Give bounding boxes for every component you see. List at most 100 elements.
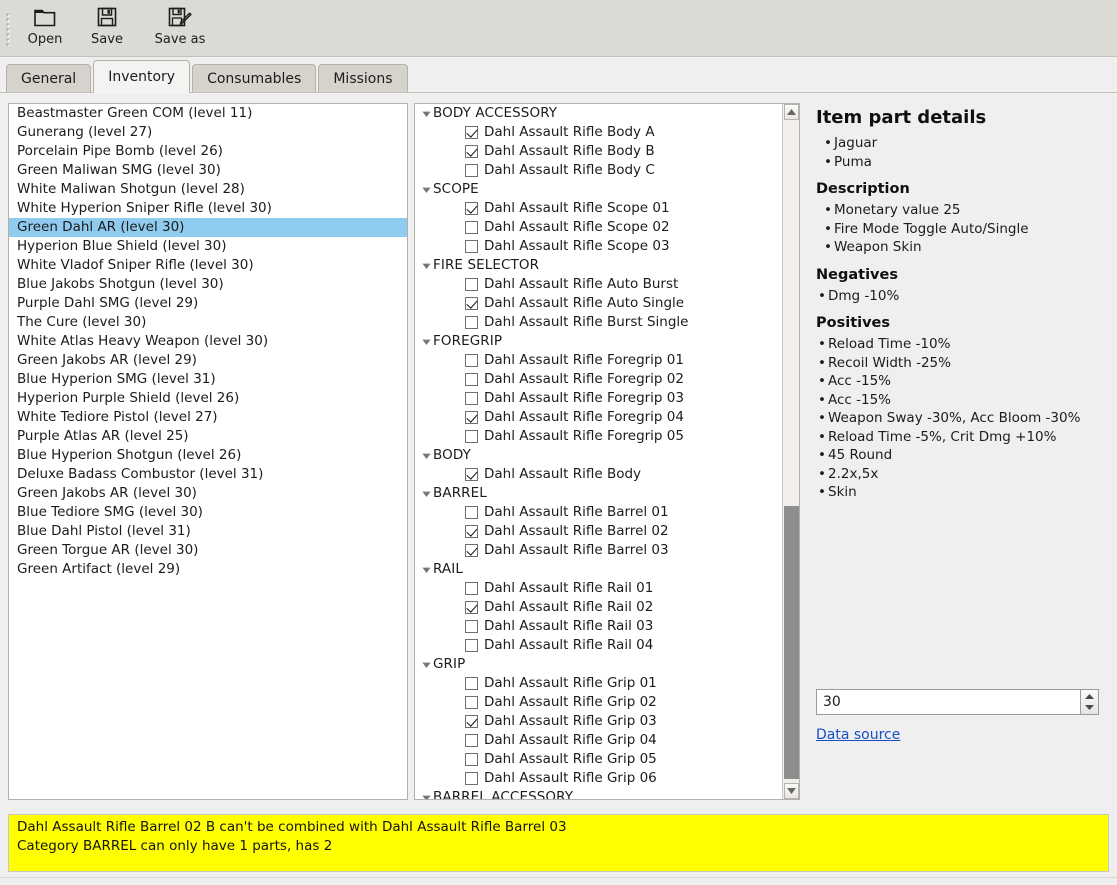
tab-missions[interactable]: Missions <box>318 64 408 93</box>
checkbox-checked-icon[interactable] <box>465 468 478 481</box>
list-item[interactable]: Purple Dahl SMG (level 29) <box>9 294 407 313</box>
tree-part-row[interactable]: Dahl Assault Rifle Burst Single <box>415 313 782 332</box>
checkbox-unchecked-icon[interactable] <box>465 240 478 253</box>
spinner-up-arrow-icon[interactable] <box>1085 691 1094 702</box>
tab-general[interactable]: General <box>6 64 92 93</box>
checkbox-unchecked-icon[interactable] <box>465 278 478 291</box>
tree-group-header[interactable]: SCOPE <box>415 180 782 199</box>
chevron-down-icon[interactable] <box>419 332 433 351</box>
checkbox-unchecked-icon[interactable] <box>465 734 478 747</box>
chevron-down-icon[interactable] <box>419 446 433 465</box>
scroll-down-arrow-icon[interactable] <box>784 783 799 799</box>
checkbox-unchecked-icon[interactable] <box>465 221 478 234</box>
list-item[interactable]: White Tediore Pistol (level 27) <box>9 408 407 427</box>
spinner-down-arrow-icon[interactable] <box>1085 702 1094 713</box>
tree-group-header[interactable]: BARREL <box>415 484 782 503</box>
checkbox-unchecked-icon[interactable] <box>465 639 478 652</box>
chevron-down-icon[interactable] <box>419 104 433 123</box>
scroll-up-arrow-icon[interactable] <box>784 104 799 120</box>
tree-part-row[interactable]: Dahl Assault Rifle Scope 01 <box>415 199 782 218</box>
tree-part-row[interactable]: Dahl Assault Rifle Rail 03 <box>415 617 782 636</box>
checkbox-checked-icon[interactable] <box>465 601 478 614</box>
checkbox-checked-icon[interactable] <box>465 544 478 557</box>
tree-part-row[interactable]: Dahl Assault Rifle Foregrip 03 <box>415 389 782 408</box>
tree-group-header[interactable]: FOREGRIP <box>415 332 782 351</box>
chevron-down-icon[interactable] <box>419 655 433 674</box>
chevron-down-icon[interactable] <box>419 788 433 799</box>
list-item[interactable]: Beastmaster Green COM (level 11) <box>9 104 407 123</box>
tree-part-row[interactable]: Dahl Assault Rifle Body <box>415 465 782 484</box>
checkbox-unchecked-icon[interactable] <box>465 696 478 709</box>
list-item[interactable]: White Hyperion Sniper Rifle (level 30) <box>9 199 407 218</box>
tree-part-row[interactable]: Dahl Assault Rifle Scope 03 <box>415 237 782 256</box>
scrollbar-thumb[interactable] <box>784 506 799 779</box>
checkbox-checked-icon[interactable] <box>465 202 478 215</box>
tree-part-row[interactable]: Dahl Assault Rifle Grip 03 <box>415 712 782 731</box>
list-item[interactable]: White Maliwan Shotgun (level 28) <box>9 180 407 199</box>
checkbox-unchecked-icon[interactable] <box>465 392 478 405</box>
tree-part-row[interactable]: Dahl Assault Rifle Body A <box>415 123 782 142</box>
checkbox-checked-icon[interactable] <box>465 297 478 310</box>
chevron-down-icon[interactable] <box>419 560 433 579</box>
checkbox-unchecked-icon[interactable] <box>465 620 478 633</box>
save-button[interactable]: Save <box>76 0 138 56</box>
checkbox-unchecked-icon[interactable] <box>465 354 478 367</box>
tree-group-header[interactable]: BODY <box>415 446 782 465</box>
tree-part-row[interactable]: Dahl Assault Rifle Foregrip 01 <box>415 351 782 370</box>
list-item[interactable]: Blue Tediore SMG (level 30) <box>9 503 407 522</box>
checkbox-unchecked-icon[interactable] <box>465 677 478 690</box>
list-item[interactable]: Hyperion Purple Shield (level 26) <box>9 389 407 408</box>
checkbox-checked-icon[interactable] <box>465 411 478 424</box>
list-item[interactable]: Green Torgue AR (level 30) <box>9 541 407 560</box>
level-spinner[interactable] <box>816 689 1099 715</box>
inventory-list[interactable]: Beastmaster Green COM (level 11) Gunerang… <box>8 103 408 800</box>
tree-part-row[interactable]: Dahl Assault Rifle Grip 05 <box>415 750 782 769</box>
list-item[interactable]: Blue Hyperion SMG (level 31) <box>9 370 407 389</box>
open-button[interactable]: Open <box>14 0 76 56</box>
checkbox-unchecked-icon[interactable] <box>465 506 478 519</box>
checkbox-checked-icon[interactable] <box>465 525 478 538</box>
tree-part-row[interactable]: Dahl Assault Rifle Body B <box>415 142 782 161</box>
tree-part-row[interactable]: Dahl Assault Rifle Barrel 02 <box>415 522 782 541</box>
chevron-down-icon[interactable] <box>419 256 433 275</box>
list-item[interactable]: Green Maliwan SMG (level 30) <box>9 161 407 180</box>
checkbox-checked-icon[interactable] <box>465 715 478 728</box>
tree-group-header[interactable]: FIRE SELECTOR <box>415 256 782 275</box>
tree-group-header[interactable]: BARREL ACCESSORY <box>415 788 782 799</box>
list-item[interactable]: Green Jakobs AR (level 29) <box>9 351 407 370</box>
tree-part-row[interactable]: Dahl Assault Rifle Scope 02 <box>415 218 782 237</box>
tree-part-row[interactable]: Dahl Assault Rifle Auto Burst <box>415 275 782 294</box>
tree-part-row[interactable]: Dahl Assault Rifle Grip 04 <box>415 731 782 750</box>
list-item[interactable]: Purple Atlas AR (level 25) <box>9 427 407 446</box>
list-item[interactable]: White Vladof Sniper Rifle (level 30) <box>9 256 407 275</box>
tree-part-row[interactable]: Dahl Assault Rifle Auto Single <box>415 294 782 313</box>
checkbox-unchecked-icon[interactable] <box>465 373 478 386</box>
list-item[interactable]: Deluxe Badass Combustor (level 31) <box>9 465 407 484</box>
list-item[interactable]: Blue Dahl Pistol (level 31) <box>9 522 407 541</box>
tab-consumables[interactable]: Consumables <box>192 64 317 93</box>
tree-part-row[interactable]: Dahl Assault Rifle Barrel 03 <box>415 541 782 560</box>
list-item[interactable]: Green Artifact (level 29) <box>9 560 407 579</box>
checkbox-unchecked-icon[interactable] <box>465 753 478 766</box>
tree-part-row[interactable]: Dahl Assault Rifle Foregrip 02 <box>415 370 782 389</box>
checkbox-checked-icon[interactable] <box>465 126 478 139</box>
tree-part-row[interactable]: Dahl Assault Rifle Barrel 01 <box>415 503 782 522</box>
tree-part-row[interactable]: Dahl Assault Rifle Grip 01 <box>415 674 782 693</box>
tree-part-row[interactable]: Dahl Assault Rifle Body C <box>415 161 782 180</box>
checkbox-unchecked-icon[interactable] <box>465 430 478 443</box>
checkbox-checked-icon[interactable] <box>465 145 478 158</box>
chevron-down-icon[interactable] <box>419 180 433 199</box>
tree-part-row[interactable]: Dahl Assault Rifle Rail 02 <box>415 598 782 617</box>
list-item[interactable]: Hyperion Blue Shield (level 30) <box>9 237 407 256</box>
level-input[interactable] <box>816 689 1080 715</box>
list-item[interactable]: Green Dahl AR (level 30) <box>9 218 407 237</box>
data-source-link[interactable]: Data source <box>816 727 900 743</box>
tree-group-header[interactable]: BODY ACCESSORY <box>415 104 782 123</box>
tree-group-header[interactable]: RAIL <box>415 560 782 579</box>
toolbar-drag-handle[interactable] <box>0 0 14 57</box>
tree-part-row[interactable]: Dahl Assault Rifle Foregrip 05 <box>415 427 782 446</box>
checkbox-unchecked-icon[interactable] <box>465 582 478 595</box>
list-item[interactable]: Green Jakobs AR (level 30) <box>9 484 407 503</box>
list-item[interactable]: Gunerang (level 27) <box>9 123 407 142</box>
tree-part-row[interactable]: Dahl Assault Rifle Grip 02 <box>415 693 782 712</box>
